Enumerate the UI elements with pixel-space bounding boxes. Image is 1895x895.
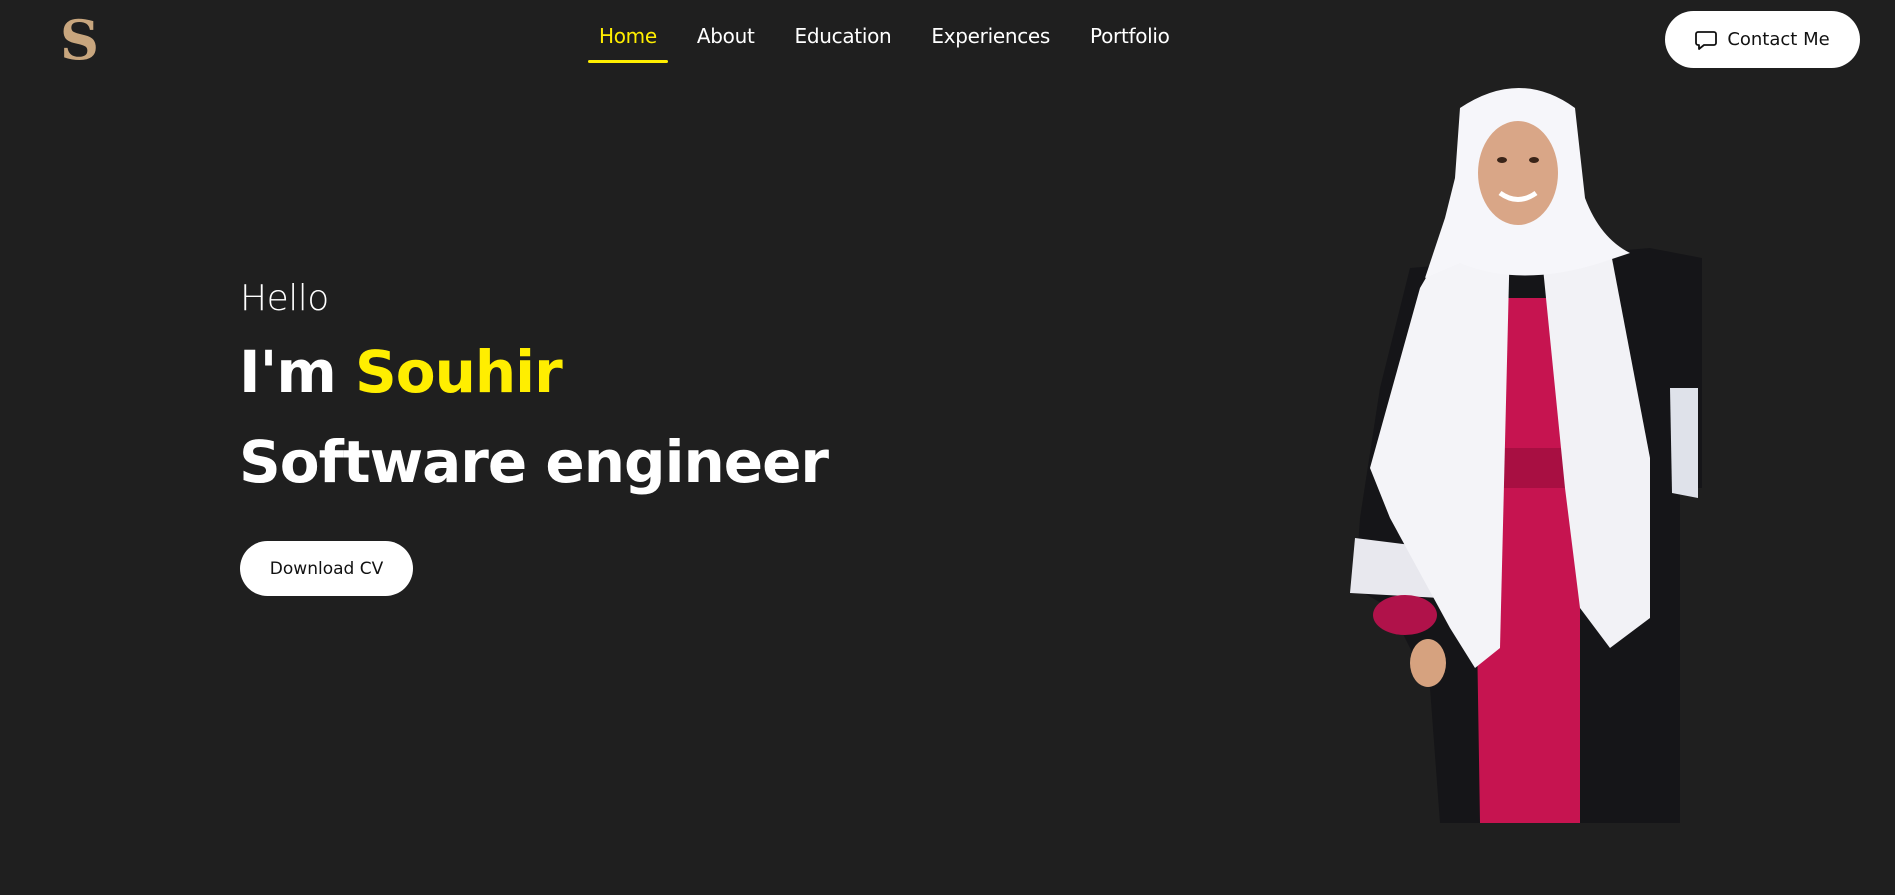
person-name: Souhir bbox=[354, 338, 563, 406]
intro-prefix: I'm bbox=[239, 338, 337, 406]
page: S Home About Education Experiences Portf… bbox=[0, 0, 1895, 895]
nav-experiences[interactable]: Experiences bbox=[920, 18, 1061, 54]
site-logo[interactable]: S bbox=[60, 10, 99, 70]
contact-me-button[interactable]: Contact Me bbox=[1665, 11, 1860, 68]
chat-bubble-icon bbox=[1695, 30, 1718, 50]
role-title: Software engineer bbox=[239, 428, 829, 496]
nav-education[interactable]: Education bbox=[784, 18, 903, 54]
main-nav: Home About Education Experiences Portfol… bbox=[588, 18, 1199, 63]
download-cv-button[interactable]: Download CV bbox=[240, 541, 413, 596]
nav-about[interactable]: About bbox=[686, 18, 766, 54]
nav-portfolio[interactable]: Portfolio bbox=[1079, 18, 1181, 54]
profile-photo bbox=[1350, 88, 1702, 823]
contact-me-label: Contact Me bbox=[1727, 29, 1830, 50]
greeting: Hello bbox=[240, 278, 329, 319]
nav-home[interactable]: Home bbox=[588, 18, 668, 63]
intro-heading: I'm Souhir bbox=[239, 338, 563, 406]
